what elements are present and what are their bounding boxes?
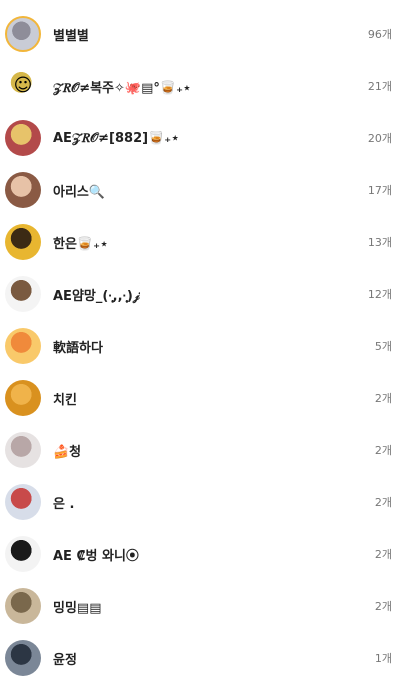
avatar-image xyxy=(5,224,41,260)
chat-room-row[interactable]: AE𝒵𝑅𝒪≠[882]🥃₊⋆ 20개 xyxy=(0,112,404,164)
avatar-image xyxy=(5,16,41,52)
item-count: 5개 xyxy=(374,340,392,353)
item-count: 2개 xyxy=(374,600,392,613)
item-count: 1개 xyxy=(374,652,392,665)
avatar-image xyxy=(5,328,41,364)
item-count: 2개 xyxy=(374,444,392,457)
item-count: 96개 xyxy=(367,28,392,41)
item-count: 20개 xyxy=(367,132,392,145)
avatar-image xyxy=(5,276,41,312)
avatar-image xyxy=(5,484,41,520)
room-name: 윤정 xyxy=(53,652,77,668)
avatar-image xyxy=(5,172,41,208)
room-name: 치킨 xyxy=(53,392,77,408)
avatar-image: ☺ xyxy=(5,68,41,104)
item-count: 13개 xyxy=(367,236,392,249)
item-count: 2개 xyxy=(374,392,392,405)
avatar-image xyxy=(5,536,41,572)
item-count: 2개 xyxy=(374,496,392,509)
room-name: 軟語하다 xyxy=(53,340,103,356)
chat-room-row[interactable]: 軟語하다 5개 xyxy=(0,320,404,372)
chat-room-row[interactable]: AE ₡벙 와니⦿ 2개 xyxy=(0,528,404,580)
avatar-image xyxy=(5,588,41,624)
room-name: 𝒵𝑅𝒪≠복주✧🐙▤°🥃₊⋆ xyxy=(53,80,192,96)
room-name: AE얌망_(·̩̩̥͙,,·̩̩̥͙)𝒿 xyxy=(53,288,140,304)
chat-room-row[interactable]: 🍰청 2개 xyxy=(0,424,404,476)
chat-room-row[interactable]: 은 . 2개 xyxy=(0,476,404,528)
chat-room-row[interactable]: 밍밍▤▤ 2개 xyxy=(0,580,404,632)
room-name: 은 . xyxy=(53,496,75,512)
room-name: 한은🥃₊⋆ xyxy=(53,236,109,252)
room-name: 아리스🔍 xyxy=(53,184,106,200)
avatar-glyph: ☺ xyxy=(13,75,33,96)
chat-room-row[interactable]: 치킨 2개 xyxy=(0,372,404,424)
item-count: 12개 xyxy=(367,288,392,301)
item-count: 21개 xyxy=(367,80,392,93)
room-name: AE𝒵𝑅𝒪≠[882]🥃₊⋆ xyxy=(53,130,180,146)
chat-room-row[interactable]: 아리스🔍 17개 xyxy=(0,164,404,216)
chat-room-row[interactable]: 한은🥃₊⋆ 13개 xyxy=(0,216,404,268)
chat-room-row[interactable]: 윤정 1개 xyxy=(0,632,404,684)
room-name: AE ₡벙 와니⦿ xyxy=(53,548,139,564)
avatar-image xyxy=(5,120,41,156)
room-name: 🍰청 xyxy=(53,444,82,460)
chat-room-row[interactable]: 별별별 96개 xyxy=(0,8,404,60)
avatar-image xyxy=(5,432,41,468)
room-name: 밍밍▤▤ xyxy=(53,600,102,616)
chat-room-row[interactable]: AE얌망_(·̩̩̥͙,,·̩̩̥͙)𝒿 12개 xyxy=(0,268,404,320)
room-name: 별별별 xyxy=(53,28,89,44)
chat-room-row[interactable]: ☺ 𝒵𝑅𝒪≠복주✧🐙▤°🥃₊⋆ 21개 xyxy=(0,60,404,112)
item-count: 17개 xyxy=(367,184,392,197)
item-count: 2개 xyxy=(374,548,392,561)
avatar-image xyxy=(5,640,41,676)
avatar-image xyxy=(5,380,41,416)
